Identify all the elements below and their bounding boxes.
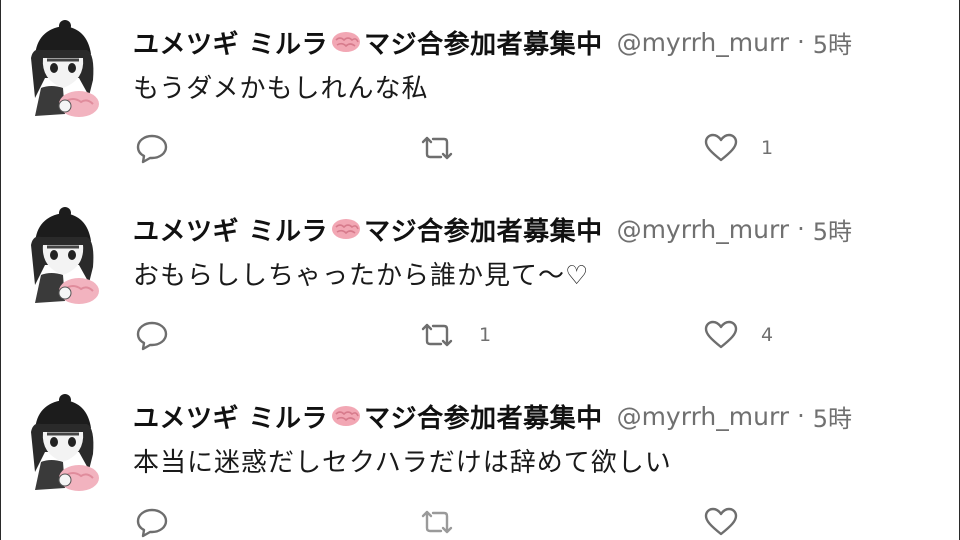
display-name-suffix[interactable]: マジ合参加者募集中 [364,24,603,61]
tweet[interactable]: ユメツギ ミルラ マジ合参加者募集中 @myrrh_murr · 5時 おもらし… [1,187,959,372]
like-count: 4 [761,324,774,346]
brain-icon [331,404,361,428]
timestamp[interactable]: 5時 [813,25,852,60]
tweet-actions: 1 4 [131,315,891,355]
retweet-count: 1 [479,324,492,346]
tweet[interactable]: ユメツギ ミルラ マジ合参加者募集中 @myrrh_murr · 5時 本当に迷… [1,374,959,540]
display-name[interactable]: ユメツギ ミルラ [133,211,328,248]
separator: · [797,28,805,56]
reply-icon [136,508,168,538]
display-name[interactable]: ユメツギ ミルラ [133,398,328,435]
like-count: 1 [761,137,774,159]
retweet-icon [421,510,453,534]
tweet-text: 本当に迷惑だしセクハラだけは辞めて欲しい [133,448,672,478]
reply-icon [136,134,168,164]
display-name-suffix[interactable]: マジ合参加者募集中 [364,398,603,435]
heart-icon [704,320,738,349]
reply-icon [136,321,168,351]
reply-button[interactable] [135,502,169,540]
handle[interactable]: @myrrh_murr [617,402,790,431]
timestamp[interactable]: 5時 [813,399,852,434]
brain-icon [331,30,361,54]
display-name[interactable]: ユメツギ ミルラ [133,24,328,61]
retweet-button[interactable] [417,128,479,168]
separator: · [797,402,805,430]
avatar[interactable] [21,392,103,494]
handle[interactable]: @myrrh_murr [617,215,790,244]
retweet-icon [421,323,453,347]
retweet-button[interactable] [417,502,479,540]
heart-icon [704,133,738,162]
retweet-icon [421,136,453,160]
handle[interactable]: @myrrh_murr [617,28,790,57]
like-button[interactable]: 1 [703,128,773,168]
tweet-actions [131,502,891,540]
avatar[interactable] [21,18,103,120]
avatar[interactable] [21,205,103,307]
tweet-header: ユメツギ ミルラ マジ合参加者募集中 @myrrh_murr · 5時 [133,22,852,62]
brain-icon [331,217,361,241]
tweet-actions: 1 [131,128,891,168]
separator: · [797,215,805,243]
reply-button[interactable] [135,128,169,168]
like-button[interactable]: 4 [703,315,773,355]
tweet-header: ユメツギ ミルラ マジ合参加者募集中 @myrrh_murr · 5時 [133,209,852,249]
tweet-text: おもらししちゃったから誰か見て〜♡ [133,261,590,291]
tweet-header: ユメツギ ミルラ マジ合参加者募集中 @myrrh_murr · 5時 [133,396,852,436]
like-button[interactable] [703,502,761,540]
heart-icon [704,507,738,536]
tweet-text: もうダメかもしれんな私 [133,74,429,104]
retweet-button[interactable]: 1 [417,315,491,355]
timeline: ユメツギ ミルラ マジ合参加者募集中 @myrrh_murr · 5時 もうダメ… [0,0,960,540]
tweet[interactable]: ユメツギ ミルラ マジ合参加者募集中 @myrrh_murr · 5時 もうダメ… [1,0,959,185]
display-name-suffix[interactable]: マジ合参加者募集中 [364,211,603,248]
timestamp[interactable]: 5時 [813,212,852,247]
reply-button[interactable] [135,315,169,355]
